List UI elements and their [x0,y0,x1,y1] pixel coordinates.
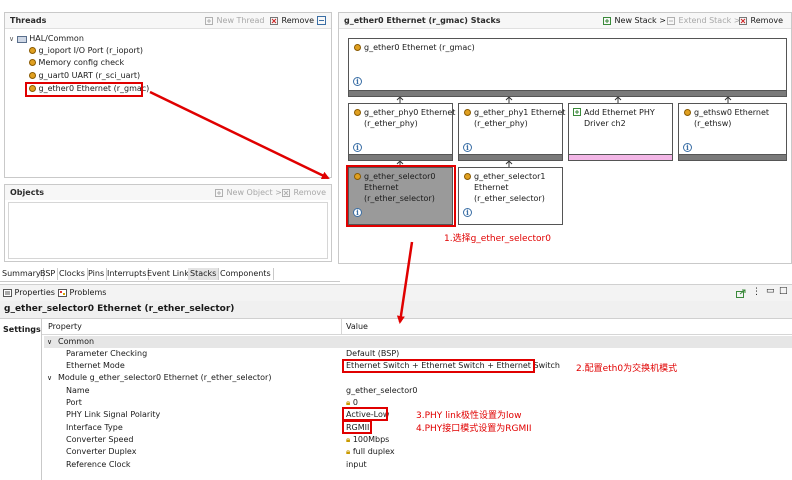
arrow-to-selector0 [149,90,330,180]
arrow-to-properties [396,241,414,324]
annotation-arrows [149,90,414,324]
